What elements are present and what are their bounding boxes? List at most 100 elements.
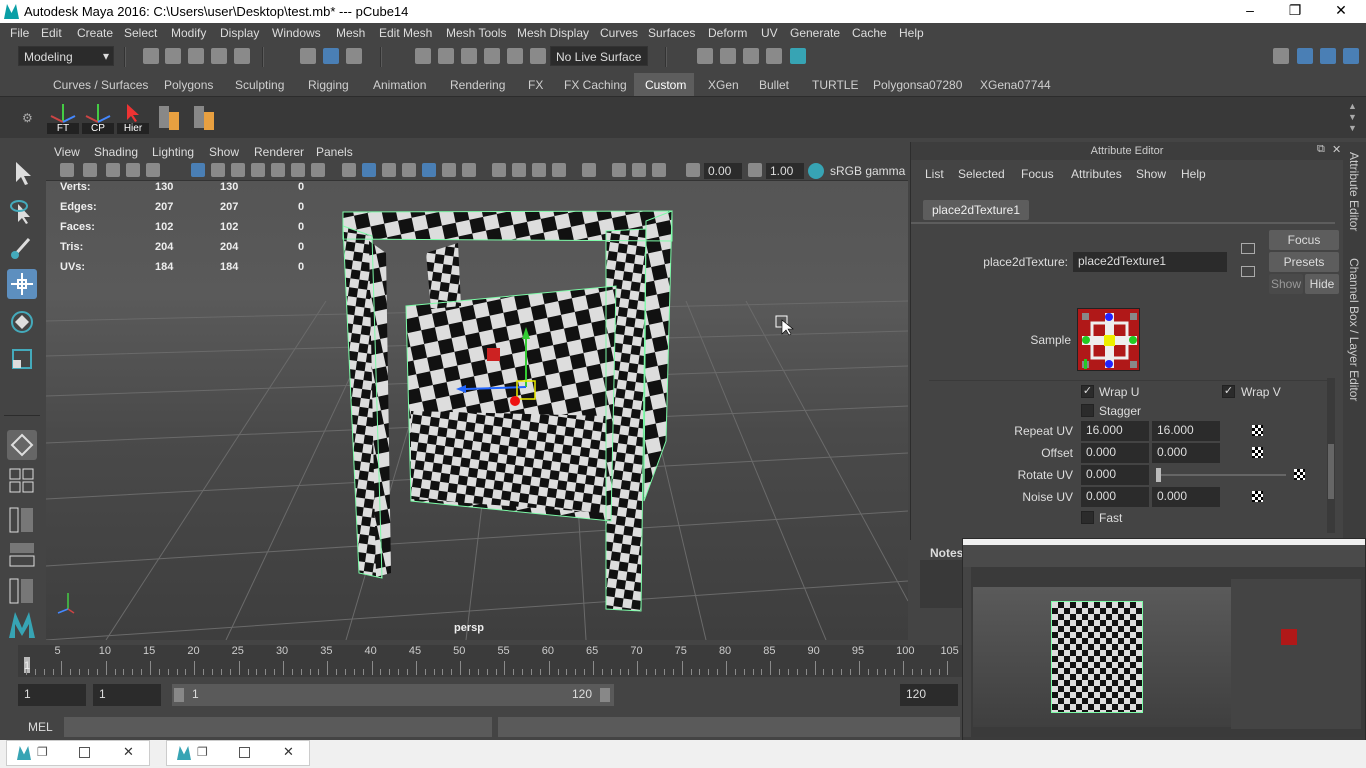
motion-blur-icon[interactable]: [512, 163, 526, 177]
maximize-icon[interactable]: [239, 747, 250, 758]
textured-icon[interactable]: [422, 163, 436, 177]
float-panel-icon[interactable]: ⧉: [1317, 143, 1325, 156]
shelf-tab-curves-surfaces[interactable]: Curves / Surfaces: [53, 78, 148, 92]
panel-menu-panels[interactable]: Panels: [316, 145, 353, 159]
map-texture-icon[interactable]: [1252, 491, 1263, 502]
shelf-tab-xgen[interactable]: XGen: [708, 78, 739, 92]
node-name-field[interactable]: place2dTexture1: [1073, 252, 1227, 272]
noise-u-field[interactable]: 0.000: [1081, 487, 1149, 507]
shelf-tab-turtle[interactable]: TURTLE: [812, 78, 858, 92]
menu-mesh[interactable]: Mesh: [336, 26, 365, 40]
new-scene-icon[interactable]: [143, 48, 159, 64]
shelf-scroll-arrows-icon[interactable]: ▲ ▼ ▼: [1348, 101, 1357, 134]
use-all-lights-icon[interactable]: [442, 163, 456, 177]
menu-select[interactable]: Select: [124, 26, 157, 40]
ae-menu-help[interactable]: Help: [1181, 167, 1206, 181]
menu-edit-mesh[interactable]: Edit Mesh: [379, 26, 432, 40]
restore-button[interactable]: ❐: [1285, 2, 1305, 19]
hypershade-icon[interactable]: [790, 48, 806, 64]
close-panel-icon[interactable]: ✕: [1332, 143, 1341, 156]
shelf-tab-fx-caching[interactable]: FX Caching: [564, 78, 627, 92]
hide-button[interactable]: Hide: [1305, 274, 1339, 294]
rotate-uv-field[interactable]: 0.000: [1081, 465, 1149, 485]
ae-menu-list[interactable]: List: [925, 167, 944, 181]
gate-mask-icon[interactable]: [251, 163, 265, 177]
tool-settings-toggle-icon[interactable]: [1320, 48, 1336, 64]
undo-icon[interactable]: [211, 48, 227, 64]
select-object-icon[interactable]: [323, 48, 339, 64]
snap-surface-icon[interactable]: [507, 48, 523, 64]
panel-menu-view[interactable]: View: [54, 145, 80, 159]
attribute-editor-toggle-icon[interactable]: [1297, 48, 1313, 64]
maya-home-icon[interactable]: [7, 610, 37, 640]
offset-u-field[interactable]: 0.000: [1081, 443, 1149, 463]
smooth-shade-icon[interactable]: [362, 163, 376, 177]
xray-icon[interactable]: [402, 163, 416, 177]
menu-windows[interactable]: Windows: [272, 26, 321, 40]
panel-menu-renderer[interactable]: Renderer: [254, 145, 304, 159]
viewport-persp[interactable]: Verts: 130 130 0 Edges: 207 207 0 Faces: 102 102 0 T…: [46, 181, 908, 640]
menu-cache[interactable]: Cache: [852, 26, 887, 40]
render-view-icon[interactable]: [697, 48, 713, 64]
layout-icon[interactable]: [1273, 48, 1289, 64]
single-perspective-layout-icon[interactable]: [7, 430, 37, 460]
snap-curve-icon[interactable]: [438, 48, 454, 64]
hypershade-layout-icon[interactable]: [7, 576, 37, 606]
shelf-tab-rigging[interactable]: Rigging: [308, 78, 349, 92]
shadows-icon[interactable]: [462, 163, 476, 177]
menu-curves[interactable]: Curves: [600, 26, 638, 40]
shelf-tab-custom[interactable]: Custom: [645, 78, 686, 92]
shelf-tab-xgena07744[interactable]: XGena07744: [980, 78, 1051, 92]
menu-create[interactable]: Create: [77, 26, 113, 40]
menu-file[interactable]: File: [10, 26, 29, 40]
focus-button[interactable]: Focus: [1269, 230, 1339, 250]
ae-menu-attributes[interactable]: Attributes: [1071, 167, 1122, 181]
snap-plane-icon[interactable]: [484, 48, 500, 64]
paint-select-tool-icon[interactable]: [7, 233, 37, 263]
color-space-label[interactable]: sRGB gamma: [830, 164, 905, 178]
shelf-tab-sculpting[interactable]: Sculpting: [235, 78, 284, 92]
menu-display[interactable]: Display: [220, 26, 259, 40]
tab-channel-box[interactable]: Channel Box / Layer Editor: [1347, 258, 1361, 401]
taskbar-window-1[interactable]: ❐ ✕: [6, 740, 150, 766]
grid-toggle-icon[interactable]: [146, 163, 160, 177]
bookmark-icon[interactable]: [83, 163, 97, 177]
mode-dropdown[interactable]: Modeling ▾: [18, 46, 114, 66]
render-settings-icon[interactable]: [766, 48, 782, 64]
maximize-icon[interactable]: [79, 747, 90, 758]
shelf-button-ft[interactable]: FT: [47, 100, 79, 134]
gamma-field[interactable]: 1.00: [766, 163, 804, 179]
four-view-layout-icon[interactable]: [7, 466, 37, 496]
image-plane-icon[interactable]: [106, 163, 120, 177]
menu-edit[interactable]: Edit: [41, 26, 62, 40]
close-icon[interactable]: ✕: [283, 744, 294, 760]
exposure-field[interactable]: 0.00: [704, 163, 742, 179]
outliner-layout-icon[interactable]: [7, 505, 37, 535]
map-texture-icon[interactable]: [1294, 469, 1305, 480]
playback-start-field[interactable]: 1: [93, 684, 161, 706]
range-slider-right-handle[interactable]: [600, 688, 610, 702]
render-frame-icon[interactable]: [720, 48, 736, 64]
shelf-button-cp[interactable]: CP: [82, 100, 114, 134]
save-scene-icon[interactable]: [188, 48, 204, 64]
channel-box-toggle-icon[interactable]: [1343, 48, 1359, 64]
start-time-field[interactable]: 1: [18, 684, 86, 706]
shelf-tab-rendering[interactable]: Rendering: [450, 78, 505, 92]
menu-deform[interactable]: Deform: [708, 26, 747, 40]
restore-icon[interactable]: ❐: [197, 745, 208, 759]
hud-toggle-icon[interactable]: [652, 163, 666, 177]
shelf-tab-fx[interactable]: FX: [528, 78, 543, 92]
resolution-gate-icon[interactable]: [231, 163, 245, 177]
offset-v-field[interactable]: 0.000: [1152, 443, 1220, 463]
ae-menu-show[interactable]: Show: [1136, 167, 1166, 181]
anti-aliasing-icon[interactable]: [532, 163, 546, 177]
command-input[interactable]: [64, 717, 492, 737]
input-connection-icon[interactable]: [1241, 243, 1255, 254]
panel-menu-show[interactable]: Show: [209, 145, 239, 159]
scale-tool-icon[interactable]: [7, 344, 37, 374]
ipr-render-icon[interactable]: [743, 48, 759, 64]
wrap-v-checkbox[interactable]: ✓: [1222, 385, 1235, 398]
shelf-button-paint-b[interactable]: [190, 100, 222, 134]
stagger-checkbox[interactable]: [1081, 404, 1094, 417]
map-texture-icon[interactable]: [1252, 425, 1263, 436]
